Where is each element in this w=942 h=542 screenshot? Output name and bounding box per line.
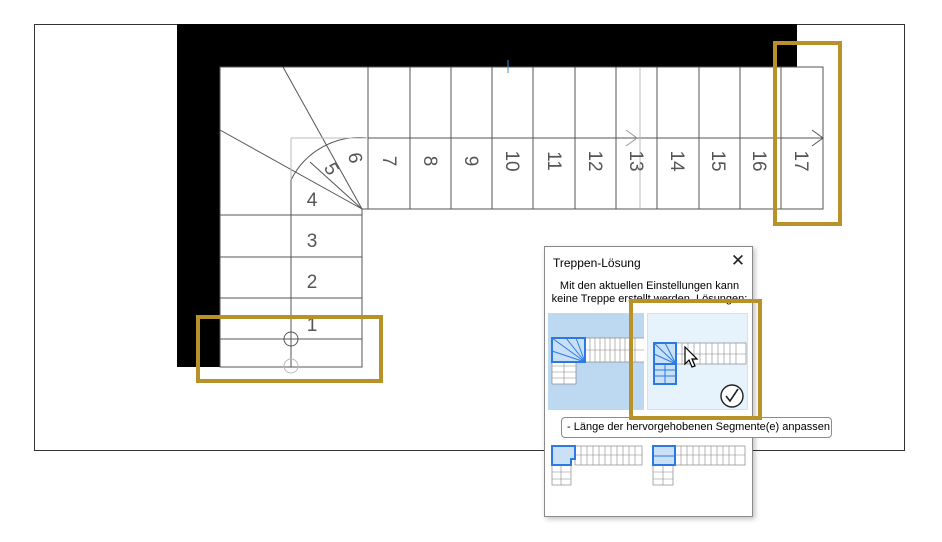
solution-option-3-thumbnail xyxy=(551,445,643,486)
wall-top xyxy=(177,24,797,67)
step-number-7: 7 xyxy=(378,156,399,167)
step-number-1: 1 xyxy=(307,315,318,336)
solution-option-4[interactable] xyxy=(647,439,748,489)
step-number-12: 12 xyxy=(584,150,605,171)
dialog-message-line1: Mit den aktuellen Einstellungen kann xyxy=(559,280,740,292)
step-number-10: 10 xyxy=(501,150,522,171)
mouse-pointer-icon xyxy=(684,346,699,368)
solution-option-1-thumbnail xyxy=(551,337,646,385)
stair-solution-dialog: Treppen-Lösung ✕ Mit den aktuellen Einst… xyxy=(544,246,753,517)
dialog-title: Treppen-Lösung xyxy=(553,256,641,270)
checkmark-circle-icon xyxy=(720,384,744,408)
solution-tooltip: - Länge der hervorgehobenen Segmente(e) … xyxy=(561,417,832,438)
step-number-3: 3 xyxy=(307,231,318,252)
step-number-9: 9 xyxy=(460,156,481,167)
step-number-15: 15 xyxy=(707,150,728,171)
stair-floor-plan[interactable]: 1 2 3 4 5 6 7 8 9 10 11 12 13 14 15 16 1… xyxy=(0,0,942,542)
wall-left xyxy=(177,24,220,367)
step-number-4: 4 xyxy=(307,190,318,211)
step-number-11: 11 xyxy=(543,151,564,171)
close-icon[interactable]: ✕ xyxy=(729,252,747,270)
step-number-8: 8 xyxy=(419,156,440,167)
step-number-17: 17 xyxy=(790,150,811,171)
solution-option-1[interactable] xyxy=(548,313,646,410)
dialog-message: Mit den aktuellen Einstellungen kann kei… xyxy=(545,280,754,306)
step-number-16: 16 xyxy=(748,150,769,171)
step-number-14: 14 xyxy=(666,150,687,172)
step-number-13: 13 xyxy=(625,150,646,171)
solution-option-3[interactable] xyxy=(548,439,644,489)
step-number-2: 2 xyxy=(307,272,318,293)
dialog-message-line2: keine Treppe erstellt werden. Lösungen: xyxy=(551,293,748,305)
solution-option-4-thumbnail xyxy=(652,445,746,486)
